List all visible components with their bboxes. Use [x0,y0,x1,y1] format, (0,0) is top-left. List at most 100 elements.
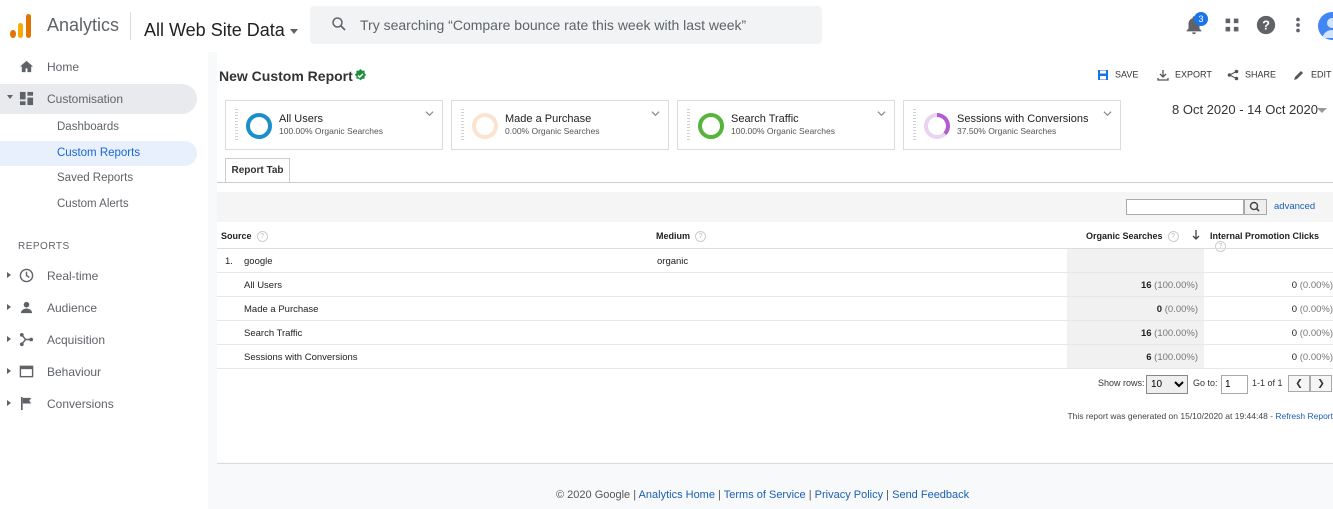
sidebar-item-realtime[interactable]: Real-time [0,261,197,291]
goto-page-input[interactable] [1221,375,1248,394]
segment-ring-icon [472,113,498,139]
help-tooltip-icon[interactable]: ? [695,231,707,243]
chevron-down-icon[interactable] [425,109,434,118]
medium-link[interactable]: organic [657,256,688,267]
acquisition-icon [19,332,34,347]
metric-percent: (100.00%) [1154,352,1198,363]
footer-link-privacy[interactable]: Privacy Policy [815,489,883,501]
show-rows-select[interactable]: 10 [1146,375,1188,394]
chevron-down-icon[interactable] [1103,109,1112,118]
source-link[interactable]: google [244,256,273,267]
expand-down-icon [7,95,13,99]
save-icon [1098,70,1108,80]
save-button[interactable]: SAVE [1097,69,1138,81]
sidebar-item-behaviour[interactable]: Behaviour [0,357,197,387]
segment-subtitle: 100.00% Organic Searches [731,126,835,136]
table-row: Search Traffic 16 (100.00%) 0 (0.00%) [217,321,1333,345]
footer-link-terms[interactable]: Terms of Service [724,489,806,501]
refresh-report-link[interactable]: Refresh Report [1275,411,1333,421]
search-icon [1249,201,1260,212]
metric-percent: (0.00%) [1299,304,1333,315]
segment-card-made-a-purchase[interactable]: Made a Purchase 0.00% Organic Searches [451,100,669,150]
metric-percent: (100.00%) [1154,280,1198,291]
app-name[interactable]: Analytics [47,15,119,36]
sidebar-subitem-label: Custom Alerts [57,198,129,210]
sidebar-subitem-dashboards[interactable]: Dashboards [0,115,197,140]
analytics-logo-icon[interactable] [10,14,32,38]
page-range: 1-1 of 1 [1252,378,1283,388]
page-title: New Custom Report [219,68,353,84]
column-header-organic-searches[interactable]: Organic Searches? [1086,231,1179,243]
footer-separator: | [883,489,893,501]
chevron-down-icon[interactable] [651,109,660,118]
help-tooltip-icon[interactable]: ? [256,231,268,243]
table-search-button[interactable] [1244,199,1267,215]
drag-handle[interactable] [913,109,916,142]
export-button[interactable]: EXPORT [1157,69,1212,81]
organic-searches-value: 0 (0.00%) [1157,304,1198,315]
metric-percent: (0.00%) [1299,280,1333,291]
next-page-button[interactable]: ❯ [1310,375,1332,392]
column-header-label: Organic Searches [1086,231,1163,241]
column-header-medium[interactable]: Medium? [656,231,707,243]
metric-percent: (0.00%) [1299,328,1333,339]
prev-page-button[interactable]: ❮ [1288,375,1310,392]
sidebar-subitem-saved-reports[interactable]: Saved Reports [0,166,197,191]
property-selector[interactable]: All Web Site Data [144,20,298,41]
help-tooltip-icon[interactable]: ? [1167,231,1179,243]
sort-descending-icon[interactable] [1191,229,1201,241]
column-header-label: Source [221,231,252,241]
segment-card-all-users[interactable]: All Users 100.00% Organic Searches [225,100,443,150]
edit-button[interactable]: EDIT [1293,69,1332,81]
segment-ring-icon [698,113,724,139]
metric-value: 0 [1291,328,1298,339]
goto-label: Go to: [1193,378,1218,388]
more-vert-icon[interactable] [1287,14,1309,36]
sidebar-item-home[interactable]: Home [0,52,197,82]
metric-value: 6 [1146,352,1152,363]
share-label: SHARE [1245,69,1277,80]
tab-report[interactable]: Report Tab [225,158,290,183]
notification-badge: 3 [1194,12,1208,26]
footer-separator: | [805,489,815,501]
sidebar-item-acquisition[interactable]: Acquisition [0,325,197,355]
segment-card-search-traffic[interactable]: Search Traffic 100.00% Organic Searches [677,100,895,150]
help-icon[interactable]: ? [1255,14,1277,36]
table-filter-input[interactable] [1126,199,1244,215]
share-button[interactable]: SHARE [1227,69,1276,81]
drag-handle[interactable] [235,109,238,142]
dashboard-grid-icon [19,91,34,106]
metric-value: 0 [1291,352,1298,363]
drag-handle[interactable] [461,109,464,142]
drag-handle[interactable] [687,109,690,142]
date-range-picker[interactable]: 8 Oct 2020 - 14 Oct 2020 [1172,102,1318,117]
expand-right-icon [7,400,11,406]
sidebar-item-conversions[interactable]: Conversions [0,389,197,419]
advanced-filter-link[interactable]: advanced [1274,201,1315,212]
segment-label: Search Traffic [244,328,303,339]
account-avatar[interactable] [1318,12,1333,40]
caret-down-icon[interactable] [1317,108,1327,113]
content-bottom-divider [217,463,1333,464]
search-icon [332,17,346,31]
segment-card-sessions-with-conversions[interactable]: Sessions with Conversions 37.50% Organic… [903,100,1121,150]
footer-link-feedback[interactable]: Send Feedback [892,489,969,501]
sidebar-item-audience[interactable]: Audience [0,293,197,323]
sidebar-subitem-custom-alerts[interactable]: Custom Alerts [0,192,197,217]
edit-label: EDIT [1311,69,1332,80]
segment-name: All Users [279,113,324,125]
metric-percent: (0.00%) [1164,304,1198,315]
chevron-down-icon[interactable] [877,109,886,118]
sidebar-item-label: Real-time [47,269,99,283]
metric-percent: (0.00%) [1299,352,1333,363]
property-name: All Web Site Data [144,20,285,40]
apps-grid-icon[interactable] [1221,14,1243,36]
sidebar-subitem-custom-reports[interactable]: Custom Reports [0,141,197,166]
column-header-source[interactable]: Source? [221,231,268,243]
sidebar-item-customisation[interactable]: Customisation [0,84,197,114]
segment-subtitle: 100.00% Organic Searches [279,126,383,136]
search-input[interactable] [360,10,810,40]
ipc-value: 0 (0.00%) [1292,304,1333,315]
footer-link-analytics-home[interactable]: Analytics Home [639,489,715,501]
sidebar-item-label: Behaviour [47,365,102,379]
